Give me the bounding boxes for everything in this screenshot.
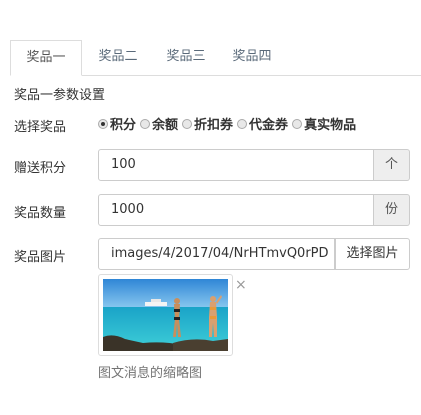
points-unit-addon: 个 bbox=[374, 149, 410, 181]
radio-physical-item[interactable]: 真实物品 bbox=[292, 114, 356, 133]
radio-cash-voucher[interactable]: 代金券 bbox=[237, 114, 288, 133]
radio-balance[interactable]: 余额 bbox=[140, 114, 178, 133]
prize-tabs: 奖品一 奖品二 奖品三 奖品四 bbox=[10, 40, 421, 76]
prize-type-radio-group: 积分 余额 折扣券 代金券 真实物品 bbox=[98, 114, 360, 133]
radio-discount-coupon[interactable]: 折扣券 bbox=[182, 114, 233, 133]
points-input-group: 100 个 bbox=[98, 149, 410, 181]
radio-discount-coupon-label: 折扣券 bbox=[194, 118, 234, 133]
beach-photo-thumbnail bbox=[103, 279, 228, 351]
image-label: 奖品图片 bbox=[14, 250, 67, 265]
quantity-input[interactable]: 1000 bbox=[98, 194, 374, 226]
tab-prize-2[interactable]: 奖品二 bbox=[82, 40, 154, 75]
radio-balance-label: 余额 bbox=[152, 118, 179, 133]
radio-cash-voucher-label: 代金券 bbox=[249, 118, 289, 133]
radio-dot[interactable] bbox=[292, 118, 303, 129]
image-input-group: images/4/2017/04/NrHTmvQ0rPD 选择图片 bbox=[98, 238, 410, 270]
radio-dot[interactable] bbox=[237, 118, 248, 129]
prize-type-label: 选择奖品 bbox=[14, 120, 67, 135]
tab-prize-4[interactable]: 奖品四 bbox=[216, 40, 288, 75]
select-image-button[interactable]: 选择图片 bbox=[335, 238, 410, 270]
radio-points[interactable]: 积分 bbox=[98, 114, 136, 133]
radio-points-label: 积分 bbox=[110, 118, 137, 133]
radio-physical-item-label: 真实物品 bbox=[304, 118, 357, 133]
remove-image-icon[interactable]: × bbox=[235, 278, 247, 292]
points-input[interactable]: 100 bbox=[98, 149, 374, 181]
image-thumbnail-frame bbox=[98, 274, 233, 356]
radio-dot[interactable] bbox=[140, 118, 151, 129]
quantity-unit-addon: 份 bbox=[374, 194, 410, 226]
points-label: 赠送积分 bbox=[14, 161, 67, 176]
radio-dot[interactable] bbox=[182, 118, 193, 129]
tab-prize-3[interactable]: 奖品三 bbox=[150, 40, 222, 75]
tab-prize-1[interactable]: 奖品一 bbox=[10, 40, 82, 76]
image-help-text: 图文消息的缩略图 bbox=[98, 366, 203, 381]
radio-dot-checked[interactable] bbox=[98, 118, 108, 129]
image-path-input[interactable]: images/4/2017/04/NrHTmvQ0rPD bbox=[98, 238, 335, 270]
section-title: 奖品一参数设置 bbox=[14, 88, 106, 103]
quantity-input-group: 1000 份 bbox=[98, 194, 410, 226]
quantity-label: 奖品数量 bbox=[14, 206, 67, 221]
